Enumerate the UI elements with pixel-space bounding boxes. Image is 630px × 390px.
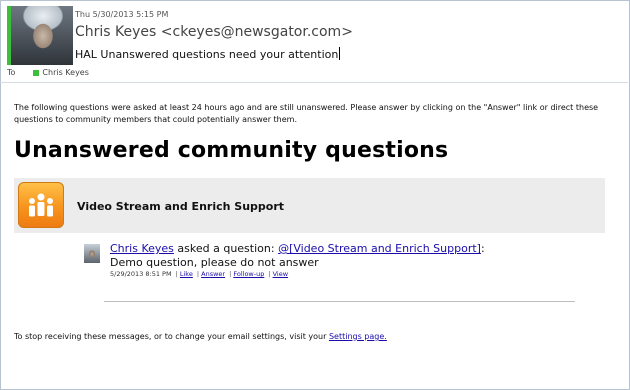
recipient-name[interactable]: Chris Keyes	[42, 68, 88, 77]
question-meta: 5/29/2013 8:51 PM | Like | Answer | Follow-…	[110, 270, 289, 278]
community-group-header: Video Stream and Enrich Support	[14, 178, 605, 233]
community-people-icon	[18, 182, 64, 228]
intro-paragraph: The following questions were asked at le…	[14, 103, 599, 124]
question-author-avatar[interactable]	[84, 244, 100, 263]
section-divider	[104, 301, 575, 302]
to-label: To	[7, 68, 16, 77]
recipients-row: To Chris Keyes	[7, 68, 89, 77]
sent-date: Thu 5/30/2013 5:15 PM	[75, 10, 169, 19]
settings-page-link[interactable]: Settings page.	[329, 332, 387, 341]
like-link[interactable]: Like	[180, 270, 193, 278]
sender-avatar[interactable]	[7, 6, 73, 65]
text-caret	[339, 47, 341, 60]
view-link[interactable]: View	[273, 270, 288, 278]
footer-message: To stop receiving these messages, or to …	[14, 332, 329, 341]
question-text: Chris Keyes asked a question: @[Video St…	[110, 242, 510, 270]
footer-text: To stop receiving these messages, or to …	[14, 332, 387, 341]
page-title: Unanswered community questions	[14, 138, 449, 163]
follow-up-link[interactable]: Follow-up	[233, 270, 264, 278]
question-asked-label: asked a question:	[173, 242, 279, 255]
community-group-name: Video Stream and Enrich Support	[77, 200, 285, 213]
subject-text: HAL Unanswered questions need your atten…	[75, 48, 339, 61]
question-timestamp: 5/29/2013 8:51 PM	[110, 270, 172, 278]
presence-indicator-icon	[33, 69, 40, 76]
answer-link[interactable]: Answer	[201, 270, 225, 278]
header-divider	[0, 82, 628, 83]
sender-name[interactable]: Chris Keyes <ckeyes@newsgator.com>	[75, 24, 353, 40]
question-group-link[interactable]: @[Video Stream and Enrich Support]	[278, 242, 481, 255]
question-author-link[interactable]: Chris Keyes	[110, 242, 174, 255]
subject-line[interactable]: HAL Unanswered questions need your atten…	[75, 47, 341, 61]
